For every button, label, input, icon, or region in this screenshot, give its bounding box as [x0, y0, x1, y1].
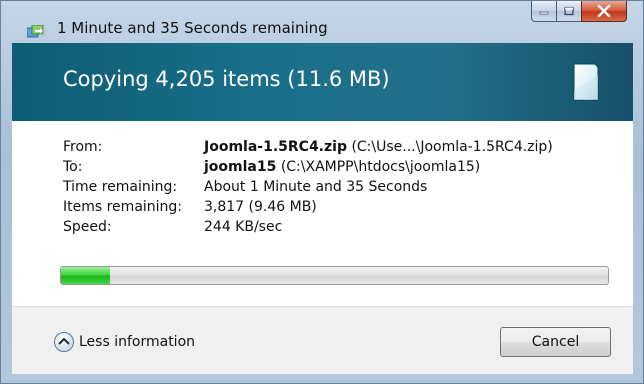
- from-label: From:: [63, 139, 103, 155]
- to-label: To:: [63, 159, 83, 175]
- items-remaining-value: 3,817 (9.46 MB): [204, 199, 317, 215]
- minimize-icon: [539, 11, 549, 15]
- maximize-icon: [564, 6, 574, 16]
- copy-heading: Copying 4,205 items (11.6 MB): [63, 67, 390, 91]
- copy-progress-bar: [60, 266, 609, 285]
- copy-files-icon: [27, 25, 44, 38]
- minimize-button[interactable]: [531, 1, 557, 22]
- copy-banner: Copying 4,205 items (11.6 MB): [12, 43, 633, 121]
- less-information-label: Less information: [79, 334, 196, 350]
- to-path: (C:\XAMPP\htdocs\joomla15): [280, 159, 481, 175]
- less-information-button[interactable]: Less information: [53, 330, 195, 354]
- items-remaining-label: Items remaining:: [63, 199, 183, 215]
- close-button[interactable]: [581, 1, 627, 22]
- progress-fill: [61, 267, 111, 284]
- maximize-button[interactable]: [556, 1, 582, 22]
- speed-label: Speed:: [63, 219, 112, 235]
- time-remaining-value: About 1 Minute and 35 Seconds: [204, 179, 428, 195]
- speed-value: 244 KB/sec: [204, 219, 283, 235]
- to-value[interactable]: joomla15 (C:\XAMPP\htdocs\joomla15): [204, 159, 480, 175]
- cancel-button[interactable]: Cancel: [500, 327, 611, 357]
- to-folder[interactable]: joomla15: [204, 159, 276, 175]
- dialog-footer: Less information Cancel: [12, 306, 633, 374]
- document-icon: [573, 63, 599, 101]
- close-icon: [597, 5, 611, 17]
- from-value[interactable]: Joomla-1.5RC4.zip (C:\Use...\Joomla-1.5R…: [204, 139, 553, 155]
- time-remaining-label: Time remaining:: [63, 179, 178, 195]
- from-path: (C:\Use...\Joomla-1.5RC4.zip): [351, 139, 553, 155]
- details-panel: From: Joomla-1.5RC4.zip (C:\Use...\Jooml…: [12, 121, 633, 306]
- title-bar[interactable]: 1 Minute and 35 Seconds remaining: [1, 1, 644, 43]
- chevron-up-icon: [54, 332, 74, 352]
- window-title: 1 Minute and 35 Seconds remaining: [57, 19, 328, 37]
- from-filename[interactable]: Joomla-1.5RC4.zip: [204, 139, 347, 155]
- copy-progress-window: 1 Minute and 35 Seconds remaining Copyin…: [0, 0, 644, 384]
